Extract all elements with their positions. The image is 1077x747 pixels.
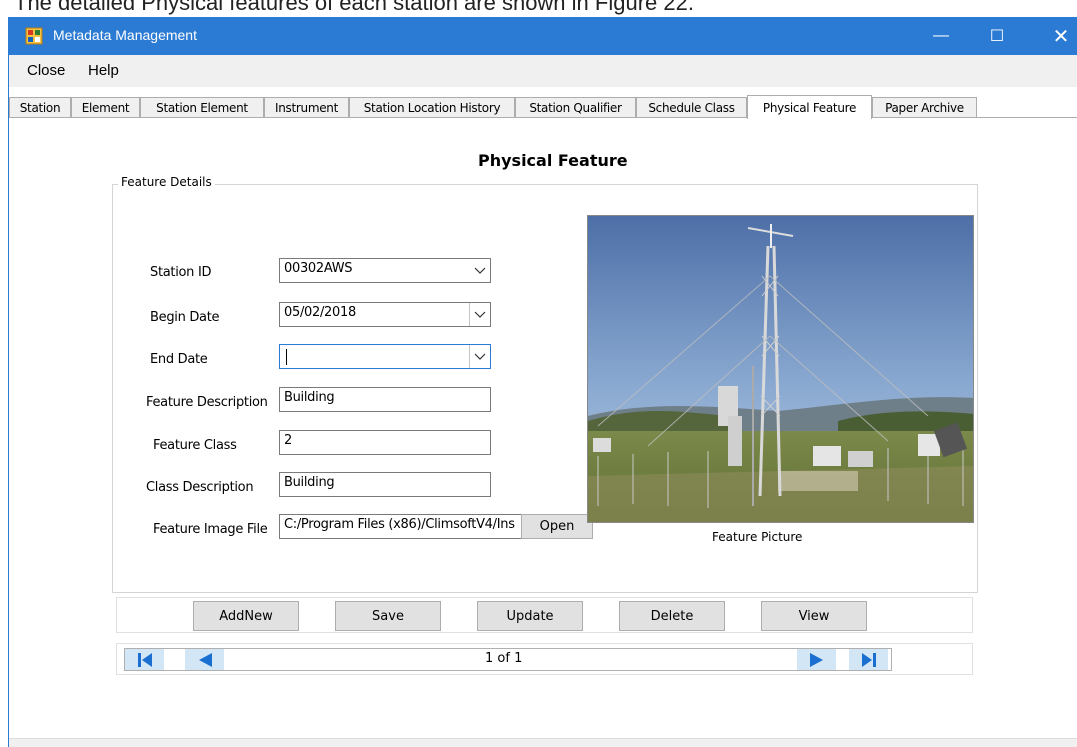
update-button[interactable]: Update bbox=[477, 601, 583, 631]
window-title: Metadata Management bbox=[53, 27, 197, 43]
record-position: 1 of 1 bbox=[485, 651, 523, 666]
begin-date-value: 05/02/2018 bbox=[284, 305, 356, 320]
station-id-label: Station ID bbox=[150, 265, 212, 280]
menu-close[interactable]: Close bbox=[27, 62, 65, 79]
app-icon bbox=[25, 27, 43, 45]
tab-physical-feature[interactable]: Physical Feature bbox=[747, 95, 872, 119]
feature-class-label: Feature Class bbox=[153, 438, 237, 453]
minimize-button[interactable]: — bbox=[918, 17, 964, 55]
station-id-combobox[interactable]: 00302AWS bbox=[279, 258, 491, 283]
addnew-button[interactable]: AddNew bbox=[193, 601, 299, 631]
feature-image-file-input[interactable]: C:/Program Files (x86)/ClimsoftV4/Ins bbox=[279, 514, 523, 539]
next-record-icon[interactable] bbox=[797, 649, 836, 670]
tab-element[interactable]: Element bbox=[71, 97, 140, 118]
feature-class-input[interactable]: 2 bbox=[279, 430, 491, 455]
chevron-down-icon[interactable] bbox=[470, 259, 490, 282]
view-button[interactable]: View bbox=[761, 601, 867, 631]
save-button[interactable]: Save bbox=[335, 601, 441, 631]
begin-date-label: Begin Date bbox=[150, 310, 220, 325]
feature-image-file-label: Feature Image File bbox=[153, 522, 268, 537]
figure-caption: The detailed Physical features of each s… bbox=[14, 0, 694, 15]
station-id-value: 00302AWS bbox=[284, 261, 353, 276]
text-cursor bbox=[286, 349, 287, 365]
feature-description-input[interactable]: Building bbox=[279, 387, 491, 412]
previous-record-icon[interactable] bbox=[185, 649, 224, 670]
tab-station-location-history[interactable]: Station Location History bbox=[349, 97, 515, 118]
first-record-icon[interactable] bbox=[125, 649, 164, 670]
delete-button[interactable]: Delete bbox=[619, 601, 725, 631]
status-bar bbox=[9, 738, 1077, 747]
chevron-down-icon[interactable] bbox=[469, 303, 490, 326]
tab-schedule-class[interactable]: Schedule Class bbox=[636, 97, 747, 118]
form-title: Physical Feature bbox=[478, 151, 628, 170]
title-bar: Metadata Management — ☐ ✕ bbox=[9, 17, 1077, 55]
weather-station-photo bbox=[588, 216, 973, 522]
menu-help[interactable]: Help bbox=[88, 62, 119, 79]
begin-date-picker[interactable]: 05/02/2018 bbox=[279, 302, 491, 327]
feature-description-label: Feature Description bbox=[146, 395, 268, 410]
group-label: Feature Details bbox=[118, 175, 215, 189]
tab-instrument[interactable]: Instrument bbox=[264, 97, 349, 118]
tab-station-qualifier[interactable]: Station Qualifier bbox=[515, 97, 636, 118]
feature-picture-caption: Feature Picture bbox=[712, 530, 803, 544]
feature-picture bbox=[587, 215, 974, 523]
close-window-button[interactable]: ✕ bbox=[1038, 17, 1077, 55]
last-record-icon[interactable] bbox=[849, 649, 888, 670]
end-date-picker[interactable] bbox=[279, 344, 491, 369]
chevron-down-icon[interactable] bbox=[469, 345, 490, 368]
tab-strip: Station Element Station Element Instrume… bbox=[9, 95, 1077, 119]
tab-paper-archive[interactable]: Paper Archive bbox=[872, 97, 977, 118]
end-date-label: End Date bbox=[150, 352, 208, 367]
open-file-button[interactable]: Open bbox=[521, 514, 593, 539]
menu-bar: Close Help bbox=[9, 55, 1077, 87]
tab-station[interactable]: Station bbox=[9, 97, 71, 118]
class-description-input[interactable]: Building bbox=[279, 472, 491, 497]
maximize-button[interactable]: ☐ bbox=[974, 17, 1020, 55]
tab-station-element[interactable]: Station Element bbox=[140, 97, 264, 118]
class-description-label: Class Description bbox=[146, 480, 254, 495]
